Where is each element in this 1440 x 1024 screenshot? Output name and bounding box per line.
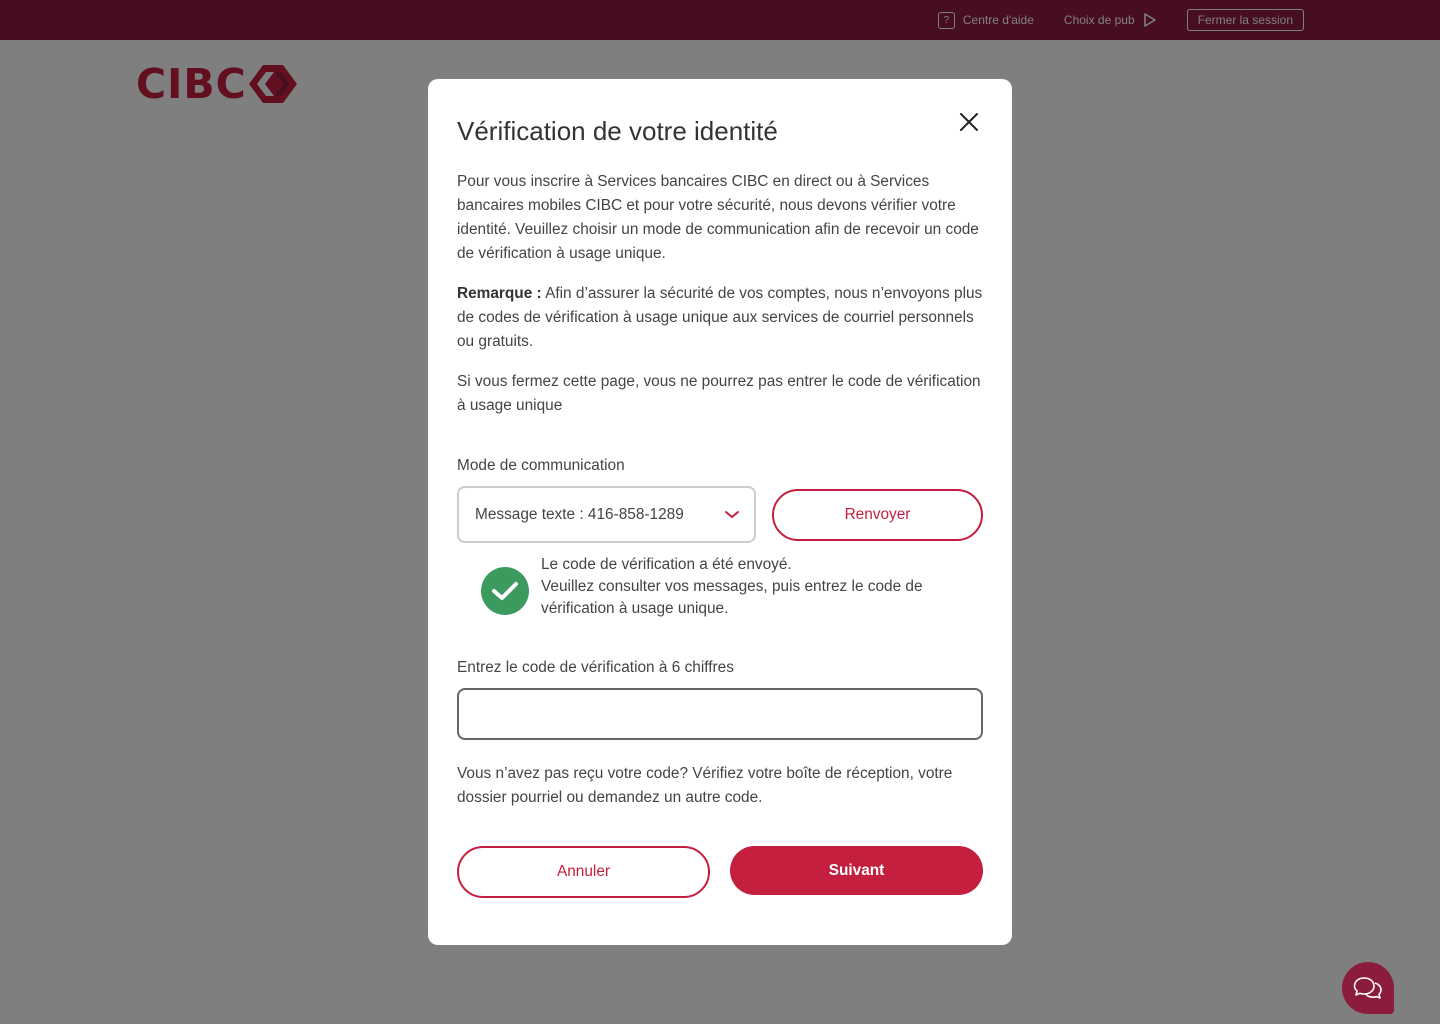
chat-icon [1353,977,1382,999]
next-button[interactable]: Suivant [730,846,983,895]
communication-mode-label: Mode de communication [457,457,625,474]
checkmark-icon [481,567,529,615]
confirmation-message: Le code de vérification a été envoyé. Ve… [541,554,983,620]
verification-code-label: Entrez le code de vérification à 6 chiff… [457,659,734,676]
cancel-button[interactable]: Annuler [457,846,710,898]
code-sent-confirmation: Le code de vérification a été envoyé. Ve… [457,554,983,620]
note-label: Remarque : [457,285,542,302]
intro-text: Pour vous inscrire à Services bancaires … [457,173,979,262]
dialog-actions: Annuler Suivant [457,846,983,898]
identity-verification-dialog: Vérification de votre identité Pour vous… [428,79,1012,945]
no-code-help-text: Vous n’avez pas reçu votre code? Vérifie… [457,765,953,806]
chevron-down-icon [725,510,739,518]
close-warning-text: Si vous fermez cette page, vous ne pourr… [457,373,981,414]
confirmation-line-1: Le code de vérification a été envoyé. [541,556,792,573]
confirmation-line-2: Veuillez consulter vos messages, puis en… [541,578,923,617]
communication-mode-select[interactable]: Message texte : 416-858-1289 [457,486,756,543]
chat-button[interactable] [1342,962,1394,1014]
note-text: Remarque : Afin d’assurer la sécurité de… [457,282,983,354]
communication-mode-row: Message texte : 416-858-1289 Renvoyer [457,486,983,543]
close-icon [960,113,978,131]
verification-code-input[interactable] [457,688,983,740]
close-button[interactable] [958,111,980,133]
dialog-title: Vérification de votre identité [457,116,778,146]
communication-mode-value: Message texte : 416-858-1289 [475,505,684,523]
resend-button[interactable]: Renvoyer [772,488,983,541]
